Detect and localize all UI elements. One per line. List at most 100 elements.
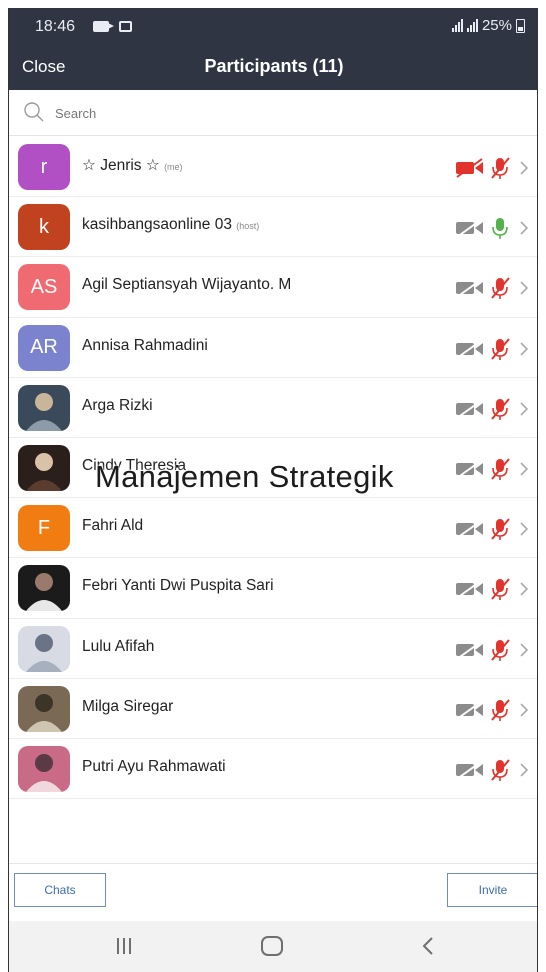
invite-button[interactable]: Invite xyxy=(447,873,537,907)
header-bar: Close Participants (11) xyxy=(9,48,537,90)
video-camera-icon xyxy=(456,398,483,419)
participant-controls xyxy=(455,698,529,722)
avatar xyxy=(18,444,70,491)
video-camera-icon xyxy=(456,338,483,359)
microphone-icon xyxy=(491,277,510,300)
avatar xyxy=(18,745,70,792)
participant-row[interactable]: Putri Ayu Rahmawati xyxy=(9,738,537,800)
chevron-right-icon xyxy=(520,161,529,175)
microphone-icon xyxy=(491,398,510,420)
video-camera-icon xyxy=(456,699,483,720)
participant-name: Putri Ayu Rahmawati xyxy=(82,758,226,776)
participant-row[interactable]: Milga Siregar xyxy=(9,678,537,739)
avatar: r xyxy=(18,144,70,190)
chevron-right-icon xyxy=(520,221,529,235)
participant-name: Febri Yanti Dwi Puspita Sari xyxy=(82,577,274,595)
chevron-right-icon xyxy=(520,341,529,356)
home-button[interactable] xyxy=(261,936,283,956)
microphone-icon xyxy=(491,699,510,721)
participant-name-text: Agil Septiansyah Wijayanto. M xyxy=(82,276,292,294)
search-icon xyxy=(24,102,44,122)
participant-controls xyxy=(455,457,529,481)
avatar: AS xyxy=(18,264,70,311)
chevron-right-icon xyxy=(520,703,529,717)
microphone-icon xyxy=(491,638,510,661)
participant-controls xyxy=(455,517,529,541)
participant-role-tag: (host) xyxy=(236,221,260,232)
participant-row[interactable]: r ☆ Jenris ☆ (me) xyxy=(9,137,537,198)
participant-controls xyxy=(455,397,529,421)
participant-row[interactable]: Lulu Afifah xyxy=(9,618,537,679)
chevron-right-icon xyxy=(520,522,529,536)
participant-row[interactable]: Arga Rizki xyxy=(9,377,537,438)
battery-icon xyxy=(516,18,525,33)
search-input[interactable] xyxy=(55,100,495,126)
signal-icon-2 xyxy=(466,19,478,32)
participant-name: Agil Septiansyah Wijayanto. M xyxy=(82,276,291,294)
avatar: k xyxy=(18,204,70,251)
participant-name-text: Annisa Rahmadini xyxy=(82,336,208,354)
back-button[interactable] xyxy=(421,936,435,956)
status-time: 18:46 xyxy=(35,18,76,35)
chevron-right-icon xyxy=(520,582,529,596)
avatar: AR xyxy=(18,324,70,371)
microphone-icon xyxy=(491,337,510,360)
participant-controls xyxy=(455,758,529,782)
participant-name-text: Putri Ayu Rahmawati xyxy=(82,757,226,775)
video-notification-icon xyxy=(93,21,114,32)
chevron-right-icon xyxy=(520,763,529,777)
participant-name: Arga Rizki xyxy=(82,397,153,415)
participant-row[interactable]: AS Agil Septiansyah Wijayanto. M xyxy=(9,257,537,318)
participant-controls xyxy=(455,638,529,662)
phone-screen: 18:46 25% Close Participants (11) r ☆ Jen… xyxy=(8,8,538,972)
participant-role-tag: (me) xyxy=(164,162,183,172)
page-title: Participants (11) xyxy=(204,56,344,76)
microphone-icon xyxy=(491,458,510,480)
participant-name-text: Lulu Afifah xyxy=(82,637,155,655)
chevron-right-icon xyxy=(520,281,529,295)
video-camera-icon xyxy=(456,218,483,238)
participant-controls xyxy=(455,216,529,240)
participant-name-text: ☆ Jenris ☆ xyxy=(82,157,160,174)
video-camera-icon xyxy=(456,579,483,600)
participant-controls xyxy=(455,276,529,300)
microphone-icon xyxy=(491,518,510,541)
overlay-caption: Manajemen Strategik xyxy=(95,459,394,494)
status-bar: 18:46 25% xyxy=(9,8,537,48)
message-notification-icon xyxy=(119,21,132,32)
avatar xyxy=(18,565,70,612)
battery-percent: 25% xyxy=(481,17,512,34)
avatar xyxy=(18,625,70,672)
participant-name: Lulu Afifah xyxy=(82,638,154,656)
recents-button[interactable] xyxy=(117,938,131,954)
participant-row[interactable]: F Fahri Ald xyxy=(9,498,537,559)
participant-row[interactable]: k kasihbangsaonline 03 (host) xyxy=(9,197,537,258)
chevron-right-icon xyxy=(520,642,529,657)
microphone-icon xyxy=(491,759,510,781)
participant-controls xyxy=(455,337,529,361)
participant-name: Fahri Ald xyxy=(82,517,143,535)
microphone-icon xyxy=(491,157,510,179)
chevron-right-icon xyxy=(520,402,529,416)
participant-controls xyxy=(455,156,529,180)
avatar xyxy=(18,384,70,431)
participant-name-text: Febri Yanti Dwi Puspita Sari xyxy=(82,577,274,595)
participant-row[interactable]: AR Annisa Rahmadini xyxy=(9,317,537,378)
video-camera-icon xyxy=(456,158,483,178)
participant-name-text: Fahri Ald xyxy=(82,517,144,535)
participant-name: Milga Siregar xyxy=(82,698,173,716)
search-bar xyxy=(9,90,537,136)
participant-name-text: kasihbangsaonline 03 xyxy=(82,216,232,234)
participant-row[interactable]: Febri Yanti Dwi Puspita Sari xyxy=(9,558,537,619)
video-camera-icon xyxy=(456,459,483,479)
video-camera-icon xyxy=(456,519,483,539)
participant-name: Annisa Rahmadini xyxy=(82,337,208,355)
video-camera-icon xyxy=(456,639,483,660)
participant-name: ☆ Jenris ☆ (me) xyxy=(82,156,183,175)
participant-name: kasihbangsaonline 03 (host) xyxy=(82,216,259,234)
system-navigation-bar xyxy=(9,921,537,972)
avatar: F xyxy=(18,505,70,552)
footer-bar: Chats Invite xyxy=(9,863,537,921)
chats-button[interactable]: Chats xyxy=(14,873,106,907)
avatar xyxy=(18,685,70,732)
